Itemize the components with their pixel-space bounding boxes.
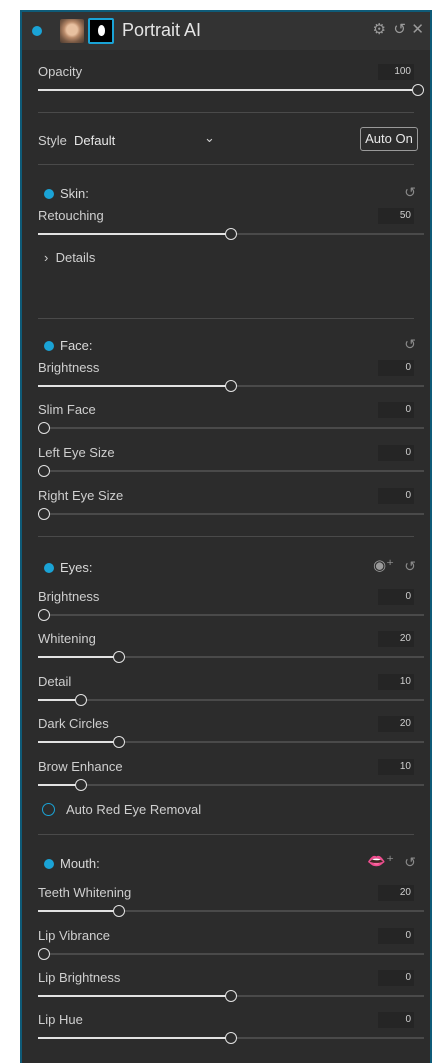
details-expander[interactable]: › Details [44,250,95,265]
retouching-label: Retouching [38,208,104,223]
lip-brightness-slider[interactable] [38,990,424,1002]
brow-enhance-slider[interactable] [38,779,424,791]
right-eye-size-value[interactable]: 0 [378,488,414,504]
dark-circles-slider[interactable] [38,736,424,748]
face-brightness-slider[interactable] [38,380,424,392]
lips-add-icon[interactable]: 👄⁺ [367,852,394,870]
whitening-label: Whitening [38,631,96,646]
lip-hue-value[interactable]: 0 [378,1012,414,1028]
lip-vibrance-slider[interactable] [38,948,424,960]
chevron-right-icon: › [44,250,49,265]
mask-thumbnail[interactable] [88,18,114,44]
whitening-slider[interactable] [38,651,424,663]
divider [38,318,414,319]
auto-on-button[interactable]: Auto On [360,127,418,151]
face-brightness-label: Brightness [38,360,100,375]
slider-knob[interactable] [225,990,237,1002]
slider-knob[interactable] [225,380,237,392]
slim-face-value[interactable]: 0 [378,402,414,418]
brow-enhance-value[interactable]: 10 [378,759,414,775]
whitening-value[interactable]: 20 [378,631,414,647]
left-eye-size-slider[interactable] [38,465,424,477]
slider-knob[interactable] [112,905,125,917]
teeth-whitening-value[interactable]: 20 [378,885,414,901]
left-eye-size-label: Left Eye Size [38,445,115,460]
opacity-slider[interactable] [38,84,424,96]
portrait-ai-panel: Portrait AI ⚙ ↺ ✕ Opacity 100 Style Defa… [20,10,432,1063]
face-thumbnail [60,19,84,43]
slider-knob[interactable] [112,651,125,663]
right-eye-size-label: Right Eye Size [38,488,124,503]
slider-knob[interactable] [75,779,88,791]
slider-knob[interactable] [225,1032,237,1044]
slim-face-label: Slim Face [38,402,96,417]
slider-knob[interactable] [38,422,50,434]
right-eye-size-slider[interactable] [38,508,424,520]
lip-hue-label: Lip Hue [38,1012,83,1027]
detail-slider[interactable] [38,694,424,706]
skin-section-title: Skin: [60,186,89,201]
lip-brightness-value[interactable]: 0 [378,970,414,986]
layer-visibility-dot[interactable] [32,26,42,36]
mouth-section-title: Mouth: [60,856,100,871]
opacity-value[interactable]: 100 [378,64,414,80]
divider [38,536,414,537]
face-brightness-value[interactable]: 0 [378,360,414,376]
face-enable-dot[interactable] [44,341,54,351]
divider [38,834,414,835]
style-dropdown-value[interactable]: Default [74,133,115,148]
slider-knob[interactable] [38,948,50,960]
auto-red-eye-label: Auto Red Eye Removal [66,802,202,817]
eyes-section-title: Eyes: [60,560,93,575]
slider-knob[interactable] [75,694,88,706]
style-label: Style [38,133,67,148]
details-label: Details [55,250,96,265]
eye-add-icon[interactable]: ◉⁺ [373,556,394,574]
slider-knob[interactable] [38,465,50,477]
slider-knob[interactable] [412,84,424,96]
eyes-brightness-value[interactable]: 0 [378,589,414,605]
slider-knob[interactable] [225,228,237,240]
lip-vibrance-label: Lip Vibrance [38,928,111,943]
slider-knob[interactable] [112,736,125,748]
face-section-title: Face: [60,338,93,353]
slim-face-slider[interactable] [38,422,424,434]
divider [38,112,414,113]
lip-vibrance-value[interactable]: 0 [378,928,414,944]
reset-icon[interactable]: ↺ [404,558,416,575]
slider-knob[interactable] [38,609,50,621]
eyes-enable-dot[interactable] [44,563,54,573]
eyes-brightness-slider[interactable] [38,609,424,621]
skin-enable-dot[interactable] [44,189,54,199]
detail-value[interactable]: 10 [378,674,414,690]
detail-label: Detail [38,674,72,689]
divider [38,164,414,165]
close-icon[interactable]: ✕ [411,21,424,39]
eyes-brightness-label: Brightness [38,589,100,604]
reset-icon[interactable]: ↺ [404,184,416,201]
retouching-slider[interactable] [38,228,424,240]
left-eye-size-value[interactable]: 0 [378,445,414,461]
dark-circles-value[interactable]: 20 [378,716,414,732]
teeth-whitening-slider[interactable] [38,905,424,917]
lip-hue-slider[interactable] [38,1032,424,1044]
reset-icon[interactable]: ↺ [393,21,406,39]
mouth-enable-dot[interactable] [44,859,54,869]
chevron-down-icon[interactable]: ⌄ [204,130,215,146]
retouching-value[interactable]: 50 [378,208,414,224]
lip-brightness-label: Lip Brightness [38,970,121,985]
brow-enhance-label: Brow Enhance [38,759,123,774]
dark-circles-label: Dark Circles [38,716,109,731]
reset-icon[interactable]: ↺ [404,854,416,871]
auto-red-eye-radio[interactable] [42,803,55,816]
reset-icon[interactable]: ↺ [404,336,416,353]
slider-knob[interactable] [38,508,50,520]
gear-icon[interactable]: ⚙ [373,21,386,39]
opacity-label: Opacity [38,64,83,79]
panel-header: Portrait AI ⚙ ↺ ✕ [22,12,430,50]
panel-title: Portrait AI [122,20,202,40]
teeth-whitening-label: Teeth Whitening [38,885,132,900]
